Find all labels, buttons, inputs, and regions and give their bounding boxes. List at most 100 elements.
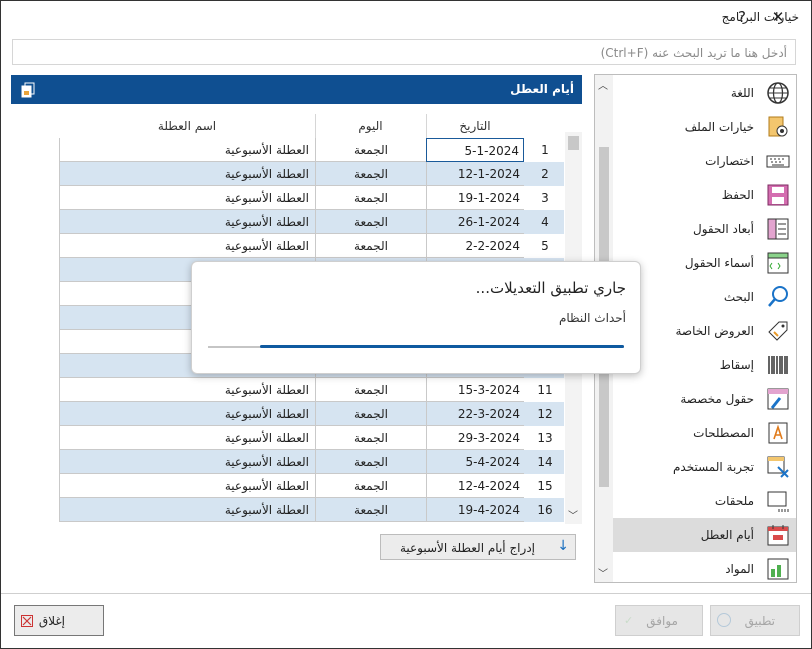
- column-header-day[interactable]: اليوم: [315, 114, 427, 138]
- table-row[interactable]: العطلة الأسبوعية الجمعة 22-3-2024: [59, 402, 564, 426]
- row-number: 13: [537, 431, 553, 445]
- date-cell[interactable]: 19-4-2024: [426, 498, 524, 522]
- holiday-name-cell[interactable]: العطلة الأسبوعية: [59, 378, 315, 402]
- panel-header: أيام العطل: [11, 75, 582, 104]
- sidebar-item-label: المصطلحات: [693, 426, 754, 440]
- title-bar: ✕ ? خيارات البرنامج: [1, 1, 811, 35]
- holiday-name-cell[interactable]: العطلة الأسبوعية: [59, 474, 315, 498]
- day-cell[interactable]: الجمعة: [315, 210, 426, 234]
- sidebar-item-materials[interactable]: المواد: [613, 552, 796, 582]
- date-cell[interactable]: 12-4-2024: [426, 474, 524, 498]
- terms-icon: [766, 421, 790, 445]
- materials-icon: [766, 557, 790, 581]
- window-title: خيارات البرنامج: [721, 10, 799, 24]
- ok-button[interactable]: ✓ موافق: [615, 605, 703, 636]
- date-cell[interactable]: 2-2-2024: [426, 234, 524, 258]
- sidebar-item-label: أسماء الحقول: [684, 256, 754, 270]
- apply-button-label: تطبيق: [744, 614, 775, 628]
- insert-weekly-holidays-button[interactable]: ↓ إدراج أيام العطلة الأسبوعية: [380, 534, 576, 560]
- row-number: 12: [537, 407, 553, 421]
- table-row[interactable]: العطلة الأسبوعية الجمعة 19-4-2024: [59, 498, 564, 522]
- sidebar-item-user-experience[interactable]: تجربة المستخدم: [613, 450, 796, 484]
- holiday-name-cell[interactable]: العطلة الأسبوعية: [59, 498, 315, 522]
- table-row[interactable]: العطلة الأسبوعية الجمعة 2-2-2024: [59, 234, 564, 258]
- progress-bar: [208, 345, 624, 348]
- date-cell[interactable]: 22-3-2024: [426, 402, 524, 426]
- holiday-name-cell[interactable]: العطلة الأسبوعية: [59, 402, 315, 426]
- day-cell[interactable]: الجمعة: [315, 186, 426, 210]
- custom-fields-icon: [766, 387, 790, 411]
- barcode-icon: [766, 353, 790, 377]
- holiday-name-cell[interactable]: العطلة الأسبوعية: [59, 186, 315, 210]
- holiday-name-cell[interactable]: العطلة الأسبوعية: [59, 210, 315, 234]
- apply-button[interactable]: تطبيق: [710, 605, 800, 636]
- day-cell[interactable]: الجمعة: [315, 234, 426, 258]
- sidebar-item-calendar[interactable]: أيام العطل: [613, 518, 796, 552]
- table-row[interactable]: العطلة الأسبوعية الجمعة 5-1-2024: [59, 138, 564, 162]
- tag-icon: [766, 319, 790, 343]
- chevron-down-icon[interactable]: ﹀: [568, 507, 578, 522]
- search-input[interactable]: أدخل هنا ما تريد البحث عنه (Ctrl+F): [12, 39, 796, 65]
- holiday-name-cell[interactable]: العطلة الأسبوعية: [59, 450, 315, 474]
- table-row[interactable]: العطلة الأسبوعية الجمعة 26-1-2024: [59, 210, 564, 234]
- field-names-icon: [766, 251, 790, 275]
- sidebar-item-label: البحث: [723, 290, 754, 304]
- day-cell[interactable]: الجمعة: [315, 474, 426, 498]
- calendar-icon: [766, 523, 790, 547]
- sidebar-item-field-dimensions[interactable]: أبعاد الحقول: [613, 212, 796, 246]
- table-row[interactable]: العطلة الأسبوعية الجمعة 29-3-2024: [59, 426, 564, 450]
- sidebar-item-file-settings[interactable]: خيارات الملف: [613, 110, 796, 144]
- sidebar-item-custom-fields[interactable]: حقول مخصصة: [613, 382, 796, 416]
- insert-button-label: إدراج أيام العطلة الأسبوعية: [399, 541, 535, 555]
- sidebar-item-label: تجربة المستخدم: [672, 460, 754, 474]
- day-cell[interactable]: الجمعة: [315, 378, 426, 402]
- date-cell[interactable]: 26-1-2024: [426, 210, 524, 234]
- day-cell[interactable]: الجمعة: [315, 138, 426, 162]
- row-number: 16: [537, 503, 553, 517]
- row-number: 5: [541, 239, 549, 253]
- sidebar-item-label: العروض الخاصة: [675, 324, 754, 338]
- sidebar-item-keyboard[interactable]: اختصارات: [613, 144, 796, 178]
- ok-button-label: موافق: [646, 614, 678, 628]
- day-cell[interactable]: الجمعة: [315, 162, 426, 186]
- table-row[interactable]: العطلة الأسبوعية الجمعة 12-4-2024: [59, 474, 564, 498]
- sidebar-item-terms[interactable]: المصطلحات: [613, 416, 796, 450]
- column-header-name[interactable]: اسم العطلة: [59, 114, 316, 138]
- date-cell[interactable]: 5-4-2024: [426, 450, 524, 474]
- day-cell[interactable]: الجمعة: [315, 498, 426, 522]
- scroll-down-icon[interactable]: ﹀: [598, 565, 608, 580]
- panel-title: أيام العطل: [510, 82, 574, 96]
- close-button[interactable]: إغلاق: [14, 605, 104, 636]
- file-settings-icon: [766, 115, 790, 139]
- progress-bar-fill: [260, 345, 624, 348]
- date-cell[interactable]: 29-3-2024: [426, 426, 524, 450]
- day-cell[interactable]: الجمعة: [315, 402, 426, 426]
- holiday-name-cell[interactable]: العطلة الأسبوعية: [59, 234, 315, 258]
- date-cell[interactable]: 15-3-2024: [426, 378, 524, 402]
- row-number: 15: [537, 479, 553, 493]
- row-number: 4: [541, 215, 549, 229]
- table-row[interactable]: العطلة الأسبوعية الجمعة 15-3-2024: [59, 378, 564, 402]
- sidebar-item-globe[interactable]: اللغة: [613, 76, 796, 110]
- export-icon[interactable]: [19, 81, 37, 99]
- date-cell[interactable]: 12-1-2024: [426, 162, 524, 186]
- holiday-name-cell[interactable]: العطلة الأسبوعية: [59, 138, 315, 162]
- day-cell[interactable]: الجمعة: [315, 450, 426, 474]
- column-header-date[interactable]: التاريخ: [426, 114, 524, 138]
- date-cell[interactable]: 19-1-2024: [426, 186, 524, 210]
- table-row[interactable]: العطلة الأسبوعية الجمعة 19-1-2024: [59, 186, 564, 210]
- field-dimensions-icon: [766, 217, 790, 241]
- sidebar-item-addons[interactable]: ملحقات: [613, 484, 796, 518]
- scroll-up-icon[interactable]: ︿: [598, 77, 608, 92]
- sidebar-item-label: الحفظ: [721, 188, 754, 202]
- apply-icon: [717, 613, 731, 627]
- sidebar-item-save[interactable]: الحفظ: [613, 178, 796, 212]
- holiday-name-cell[interactable]: العطلة الأسبوعية: [59, 426, 315, 450]
- day-cell[interactable]: الجمعة: [315, 426, 426, 450]
- holiday-name-cell[interactable]: العطلة الأسبوعية: [59, 162, 315, 186]
- table-row[interactable]: العطلة الأسبوعية الجمعة 12-1-2024: [59, 162, 564, 186]
- table-row[interactable]: العطلة الأسبوعية الجمعة 5-4-2024: [59, 450, 564, 474]
- sidebar-item-label: ملحقات: [714, 494, 754, 508]
- table-scroll-thumb[interactable]: [568, 136, 579, 150]
- date-cell[interactable]: 5-1-2024: [426, 138, 524, 162]
